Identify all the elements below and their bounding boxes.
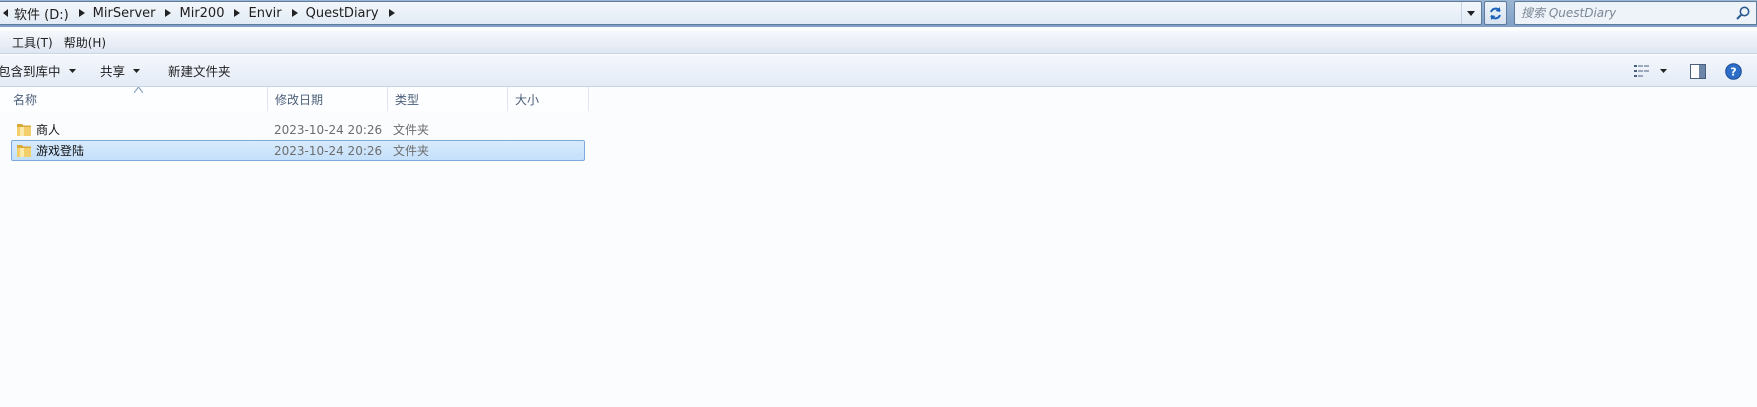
file-date: 2023-10-24 20:26	[274, 143, 383, 158]
share-label: 共享	[100, 64, 126, 79]
svg-text:?: ?	[1730, 65, 1736, 78]
chevron-right-icon[interactable]	[230, 2, 244, 24]
file-name-cell: 商人	[16, 120, 60, 139]
search-box[interactable]	[1514, 1, 1757, 25]
breadcrumb-item-questdiary[interactable]: QuestDiary	[302, 2, 399, 24]
new-folder-button[interactable]: 新建文件夹	[168, 55, 231, 86]
search-icon[interactable]	[1735, 5, 1751, 21]
chevron-down-icon	[1659, 69, 1667, 73]
breadcrumb: 软件 (D:) MirServer Mir200 Envir QuestDiar…	[0, 2, 399, 24]
refresh-button[interactable]	[1484, 1, 1507, 25]
file-row[interactable]: 商人 2023-10-24 20:26 文件夹	[11, 119, 585, 140]
address-row: 软件 (D:) MirServer Mir200 Envir QuestDiar…	[0, 0, 1757, 27]
view-options-button[interactable]	[1630, 60, 1670, 82]
file-date: 2023-10-24 20:26	[274, 122, 383, 137]
preview-pane-button[interactable]	[1686, 60, 1710, 82]
breadcrumb-label: Envir	[248, 5, 282, 21]
column-size[interactable]: 大小	[508, 87, 589, 111]
column-type[interactable]: 类型	[388, 87, 508, 111]
chevron-down-icon	[68, 68, 76, 73]
breadcrumb-item-mirserver[interactable]: MirServer	[89, 2, 176, 24]
file-name-cell: 游戏登陆	[16, 141, 84, 160]
chevron-right-icon[interactable]	[288, 2, 302, 24]
include-in-library-label: 包含到库中	[0, 64, 61, 79]
menu-bar: 工具(T) 帮助(H)	[0, 31, 1757, 54]
chevron-right-icon[interactable]	[75, 2, 89, 24]
address-bar[interactable]: 软件 (D:) MirServer Mir200 Envir QuestDiar…	[0, 1, 1482, 25]
file-type: 文件夹	[393, 144, 430, 158]
column-name[interactable]: 名称	[6, 87, 268, 111]
folder-icon	[17, 124, 31, 136]
column-headers: 名称 修改日期 类型 大小	[0, 87, 590, 111]
breadcrumb-label: Mir200	[179, 5, 225, 21]
view-options-icon	[1633, 65, 1649, 77]
menu-help[interactable]: 帮助(H)	[59, 32, 112, 53]
command-bar: 包含到库中 共享 新建文件夹 ?	[0, 55, 1757, 87]
search-input[interactable]	[1521, 4, 1726, 22]
help-button[interactable]: ?	[1721, 60, 1745, 82]
breadcrumb-item-drive[interactable]: 软件 (D:)	[10, 2, 89, 24]
breadcrumb-label: MirServer	[92, 5, 156, 21]
breadcrumb-item-envir[interactable]: Envir	[244, 2, 301, 24]
breadcrumb-item-mir200[interactable]: Mir200	[175, 2, 244, 24]
new-folder-label: 新建文件夹	[168, 64, 231, 79]
breadcrumb-label: 软件 (D:)	[14, 7, 69, 23]
chevron-down-icon	[1467, 10, 1475, 16]
column-date-modified[interactable]: 修改日期	[268, 87, 388, 111]
chevron-down-icon	[133, 68, 141, 73]
file-row-selected[interactable]: 游戏登陆 2023-10-24 20:26 文件夹	[11, 140, 585, 161]
preview-pane-icon	[1690, 63, 1706, 79]
chevron-right-icon[interactable]	[385, 2, 399, 24]
file-name: 商人	[36, 123, 61, 137]
address-history-dropdown[interactable]	[1461, 2, 1480, 24]
help-icon: ?	[1724, 62, 1742, 80]
breadcrumb-overflow-icon[interactable]	[0, 2, 10, 24]
file-type: 文件夹	[393, 123, 430, 137]
chevron-right-icon[interactable]	[161, 2, 175, 24]
menu-tools[interactable]: 工具(T)	[7, 32, 59, 53]
include-in-library-button[interactable]: 包含到库中	[0, 55, 76, 86]
breadcrumb-label: QuestDiary	[305, 5, 379, 21]
folder-icon	[17, 145, 31, 157]
share-button[interactable]: 共享	[100, 55, 141, 86]
file-name: 游戏登陆	[36, 144, 85, 158]
refresh-icon	[1490, 6, 1501, 20]
